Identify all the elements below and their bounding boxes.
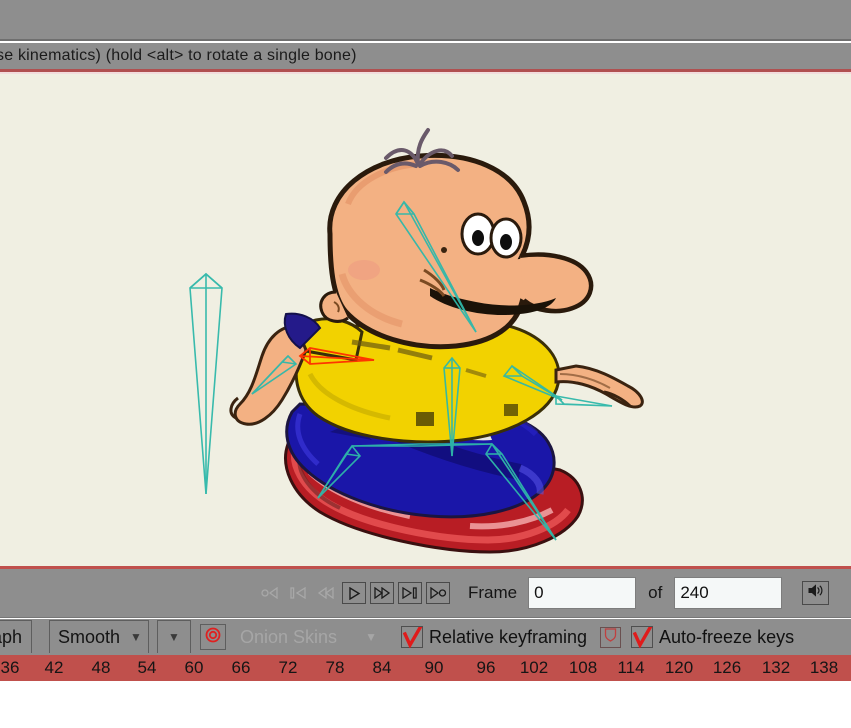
- rewind-button[interactable]: [314, 582, 338, 604]
- ruler-tick-label: 36: [0, 658, 20, 677]
- animation-canvas[interactable]: [0, 74, 851, 566]
- timeline-tracks-area[interactable]: [0, 681, 851, 728]
- relative-keyframing-option[interactable]: Relative keyframing: [400, 626, 588, 648]
- previous-keyframe-button[interactable]: [286, 582, 310, 604]
- status-hint-bar: se kinematics) (hold <alt> to rotate a s…: [0, 43, 851, 69]
- relative-keyframing-checkbox[interactable]: [400, 626, 423, 648]
- play-loop-button[interactable]: [426, 582, 450, 604]
- interpolation-options-dropdown[interactable]: ▼: [157, 620, 191, 654]
- play-button[interactable]: [342, 582, 366, 604]
- ruler-tick-label: 138: [809, 658, 839, 677]
- step-forward-key-icon: [401, 587, 419, 599]
- auto-freeze-keys-option[interactable]: Auto-freeze keys: [631, 626, 794, 648]
- rewind-icon: [317, 587, 335, 599]
- top-toolbar-area: [0, 0, 851, 41]
- step-back-key-icon: [289, 587, 307, 599]
- ruler-tick-label: 48: [91, 658, 111, 677]
- frame-input[interactable]: 0: [528, 577, 637, 609]
- chevron-down-icon: ▼: [168, 630, 180, 644]
- fast-forward-icon: [373, 587, 391, 599]
- ruler-tick-label: 132: [761, 658, 791, 677]
- ruler-tick-label: 96: [476, 658, 496, 677]
- auto-freeze-keys-checkbox[interactable]: [631, 626, 654, 648]
- total-frames-input[interactable]: 240: [674, 577, 783, 609]
- ruler-tick-label: 84: [372, 658, 392, 677]
- ruler-tick-label: 90: [424, 658, 444, 677]
- chevron-down-icon: ▼: [130, 630, 142, 644]
- ruler-tick-label: 126: [712, 658, 742, 677]
- frame-label: Frame: [468, 583, 518, 602]
- ruler-tick-label: 60: [184, 658, 204, 677]
- relative-keyframing-label: Relative keyframing: [428, 626, 588, 647]
- animation-app-window: se kinematics) (hold <alt> to rotate a s…: [0, 0, 851, 728]
- freeze-shield-button[interactable]: [600, 626, 622, 648]
- loop-start-icon: [261, 587, 279, 599]
- play-loop-icon: [429, 587, 447, 599]
- of-label: of: [648, 583, 663, 602]
- interpolation-dropdown[interactable]: Smooth ▼: [49, 620, 149, 654]
- onion-skin-toggle-button[interactable]: [200, 624, 226, 650]
- loop-start-button[interactable]: [258, 582, 282, 604]
- shield-badge-icon: [604, 627, 617, 647]
- ruler-tick-label: 78: [325, 658, 345, 677]
- character-artwork: [189, 128, 644, 554]
- ruler-tick-label: 114: [617, 658, 645, 677]
- ruler-tick-label: 66: [231, 658, 251, 677]
- interpolation-value: Smooth: [58, 626, 121, 647]
- ruler-tick-label: 102: [519, 658, 549, 677]
- graph-button[interactable]: aph: [0, 620, 32, 654]
- play-icon: [347, 586, 361, 600]
- onion-skins-chevron-down-icon[interactable]: ▼: [365, 630, 377, 644]
- ruler-tick-label: 108: [568, 658, 598, 677]
- speaker-icon: [807, 583, 824, 603]
- ruler-tick-label: 120: [664, 658, 694, 677]
- timeline-ruler[interactable]: 36 42 48 54 60 66 72 78 84 90 96 102 108 114 120 126 132…: [0, 655, 851, 681]
- ruler-tick-label: 54: [137, 658, 157, 677]
- fast-forward-button[interactable]: [370, 582, 394, 604]
- ruler-tick-label: 72: [278, 658, 298, 677]
- status-hint-text: se kinematics) (hold <alt> to rotate a s…: [0, 47, 357, 64]
- auto-freeze-keys-label: Auto-freeze keys: [659, 626, 795, 647]
- onion-ring-icon: [204, 626, 222, 649]
- next-keyframe-button[interactable]: [398, 582, 422, 604]
- ruler-tick-label: 42: [44, 658, 64, 677]
- sound-toggle-button[interactable]: [802, 581, 830, 605]
- options-bar: aph Smooth ▼ ▼ Onion Skins ▼: [0, 619, 851, 655]
- onion-skins-label: Onion Skins: [240, 626, 338, 647]
- transport-bar: Frame 0 of 240: [0, 569, 851, 618]
